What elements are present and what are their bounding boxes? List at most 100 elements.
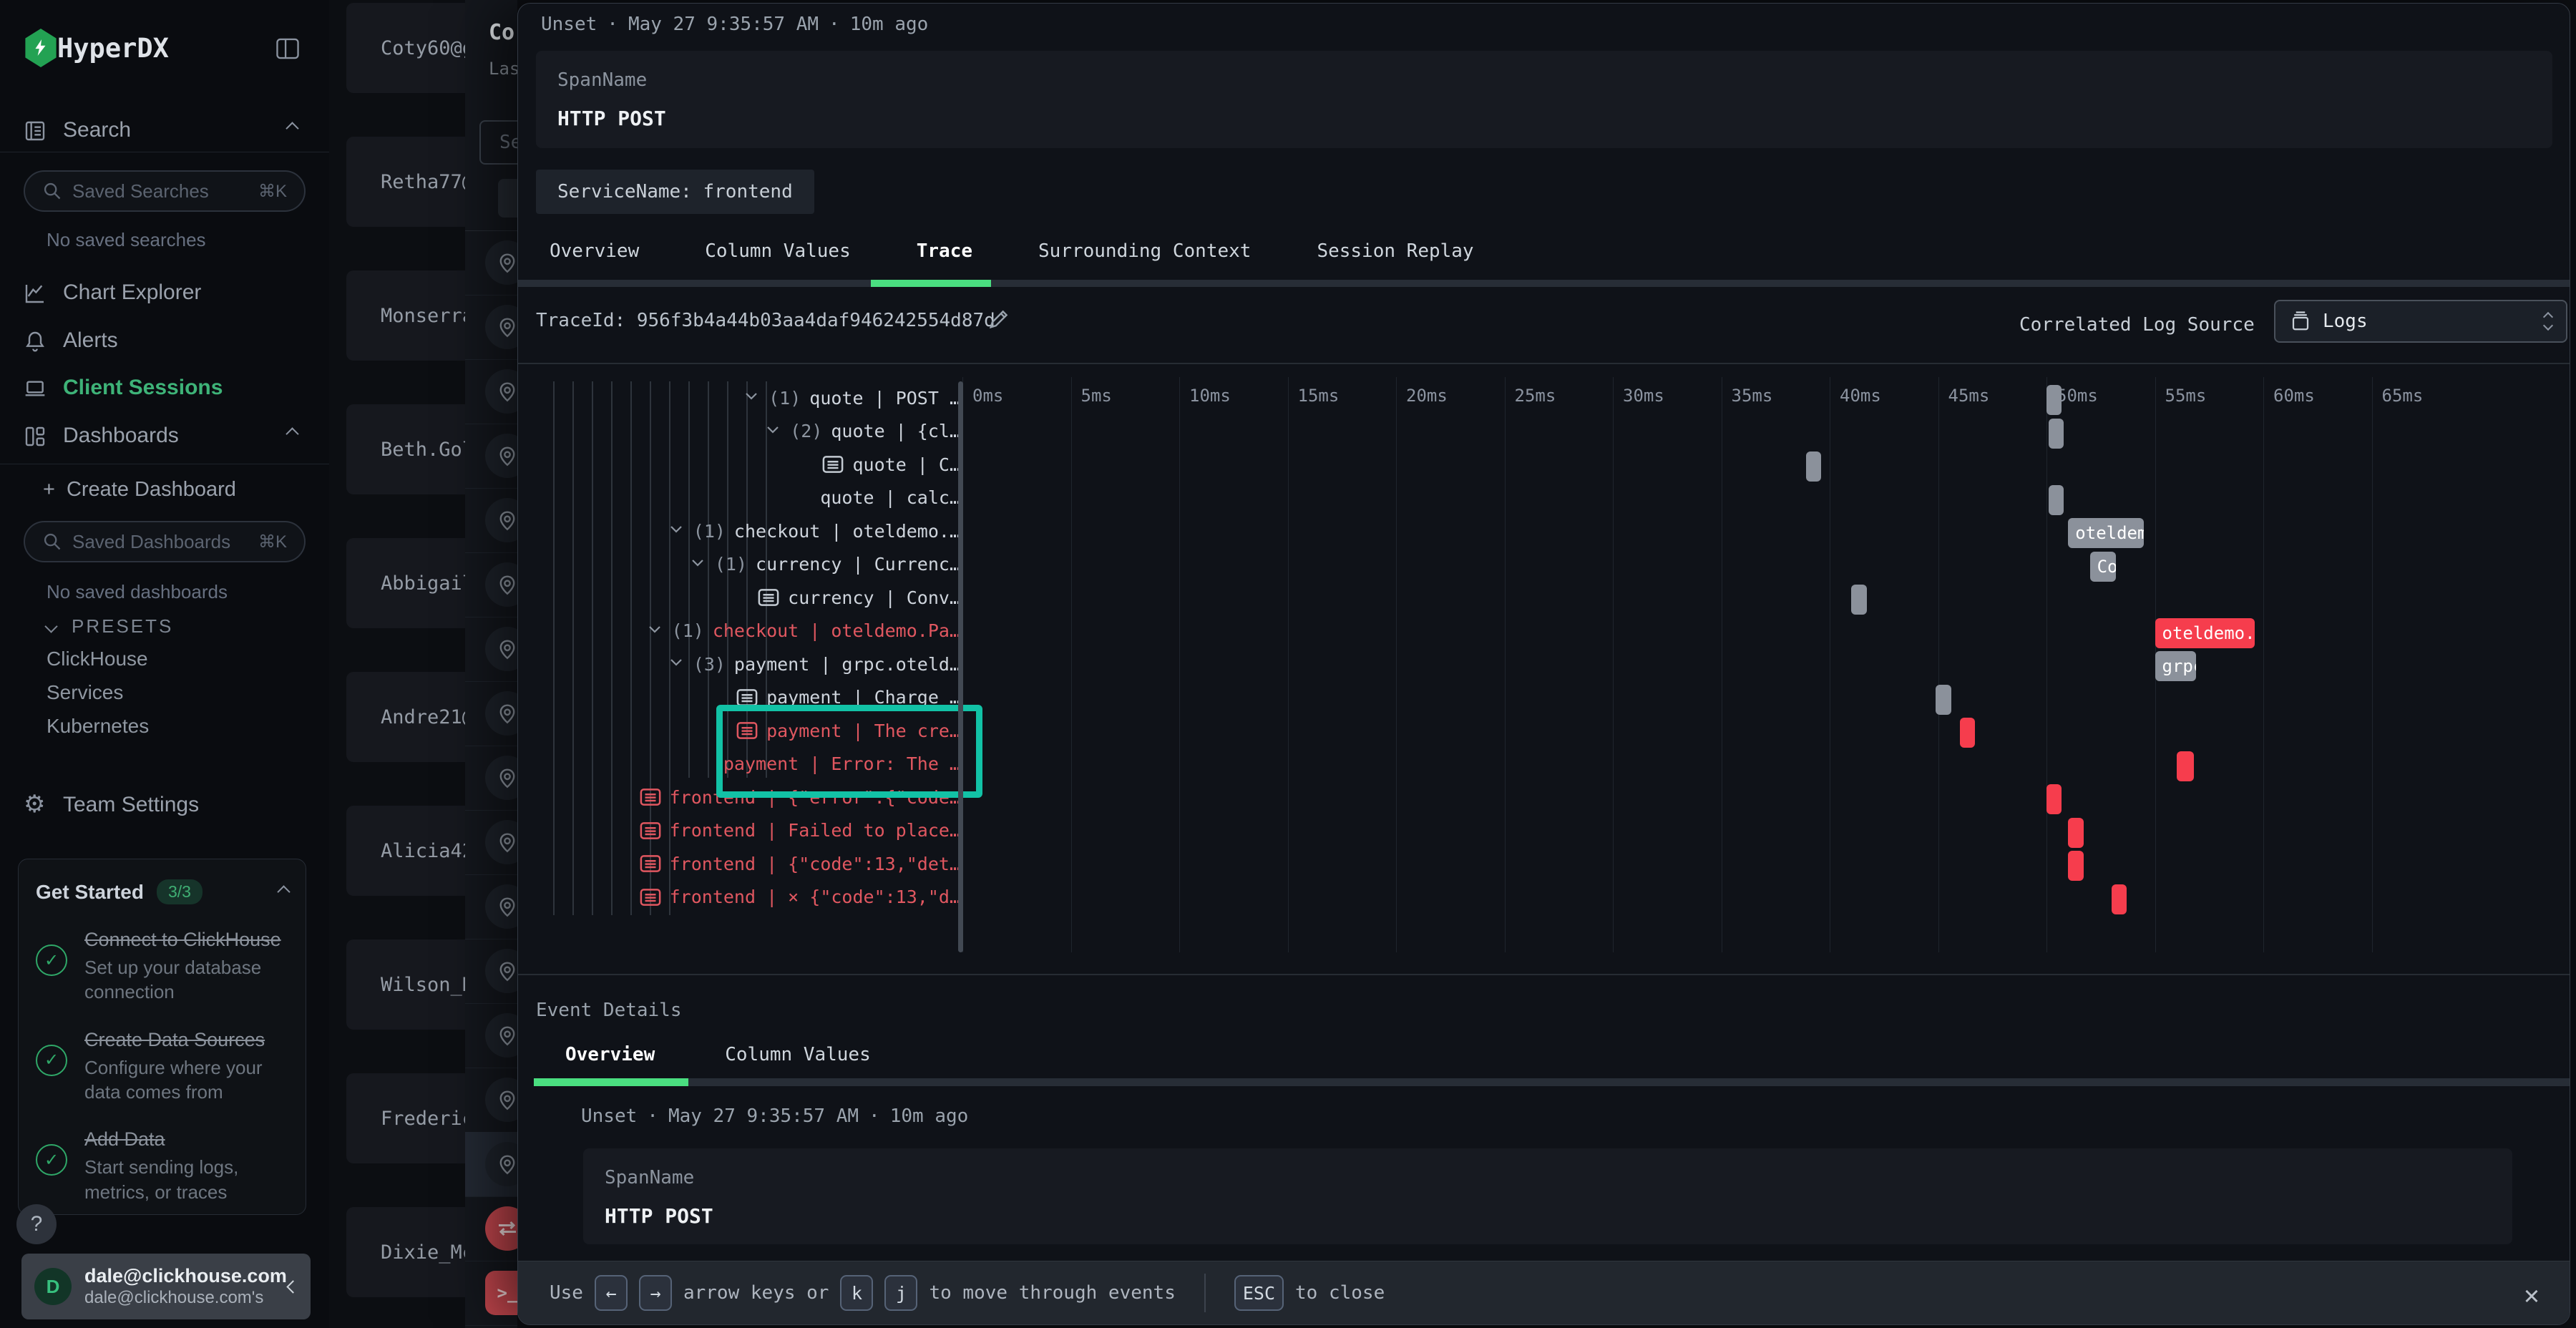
session-event-row[interactable] bbox=[465, 1196, 517, 1261]
select-chevrons-icon bbox=[2545, 313, 2552, 329]
trace-tree-row[interactable]: frontend | × {"code":13,"d… bbox=[547, 881, 960, 914]
session-event-row[interactable] bbox=[465, 295, 517, 360]
session-event-row[interactable] bbox=[465, 681, 517, 746]
correlated-log-source-select[interactable]: Logs bbox=[2274, 300, 2567, 343]
sidebar-item-team-settings[interactable]: Team Settings bbox=[63, 793, 199, 817]
chevron-up-icon[interactable] bbox=[277, 885, 290, 898]
session-event-row[interactable] bbox=[465, 939, 517, 1004]
sidebar-item-search[interactable]: Search bbox=[0, 113, 329, 147]
chevron-down-icon[interactable] bbox=[743, 387, 760, 404]
tab-column-values[interactable]: Column Values bbox=[685, 231, 871, 271]
trace-tree-row[interactable]: currency | Conv… bbox=[547, 581, 960, 614]
span-bar[interactable] bbox=[2177, 751, 2194, 781]
chevron-down-icon[interactable] bbox=[668, 653, 685, 670]
span-bar[interactable] bbox=[1806, 451, 1821, 482]
chevron-down-icon[interactable] bbox=[646, 620, 663, 638]
span-label: frontend | {"code":13,"det… bbox=[670, 854, 960, 874]
key-←[interactable]: ← bbox=[595, 1275, 628, 1311]
create-dashboard-button[interactable]: + Create Dashboard bbox=[43, 478, 236, 502]
session-event-row[interactable] bbox=[465, 552, 517, 617]
session-event-row[interactable] bbox=[465, 746, 517, 811]
grid-line bbox=[1613, 377, 1614, 952]
span-bar[interactable] bbox=[2049, 419, 2064, 449]
span-bar[interactable] bbox=[2046, 784, 2062, 814]
sidebar-item-alerts[interactable]: Alerts bbox=[0, 323, 329, 358]
edit-pencil-icon[interactable] bbox=[987, 307, 1011, 331]
span-bar[interactable]: Co bbox=[2090, 552, 2116, 582]
session-event-row[interactable] bbox=[465, 874, 517, 939]
span-bar[interactable] bbox=[2112, 884, 2127, 914]
trace-tree-row[interactable]: (2)quote | {cl… bbox=[547, 415, 960, 448]
saved-dashboards-input[interactable]: Saved Dashboards ⌘K bbox=[24, 521, 306, 562]
sidebar-collapse-icon[interactable] bbox=[275, 37, 301, 60]
span-bar[interactable]: grpc bbox=[2155, 651, 2197, 681]
sidebar-item-dashboards[interactable]: Dashboards bbox=[0, 419, 329, 453]
event-details-tab-overview[interactable]: Overview bbox=[534, 1034, 686, 1075]
span-bar[interactable] bbox=[2068, 818, 2083, 848]
trace-tree-row[interactable]: quote | calc… bbox=[547, 482, 960, 514]
saved-searches-input[interactable]: Saved Searches ⌘K bbox=[24, 170, 306, 212]
span-bar[interactable]: oteldemo. bbox=[2155, 618, 2255, 648]
trace-tree-row[interactable]: frontend | Failed to place… bbox=[547, 814, 960, 847]
trace-tree-row[interactable]: (1)checkout | oteldemo.Pa… bbox=[547, 615, 960, 648]
sidebar-item-client-sessions[interactable]: Client Sessions bbox=[0, 371, 329, 405]
trace-tree-row[interactable]: quote | C… bbox=[547, 448, 960, 481]
span-bar[interactable] bbox=[2046, 385, 2062, 415]
sidebar-item-clickhouse[interactable]: ClickHouse bbox=[47, 648, 148, 670]
sidebar-item-kubernetes[interactable]: Kubernetes bbox=[47, 715, 149, 738]
session-event-row[interactable] bbox=[465, 1068, 517, 1133]
key-j[interactable]: j bbox=[884, 1275, 917, 1311]
log-icon bbox=[736, 688, 758, 707]
sidebar-item-chart-explorer[interactable]: Chart Explorer bbox=[0, 275, 329, 310]
user-account-chip[interactable]: D dale@clickhouse.com dale@clickhouse.co… bbox=[21, 1254, 311, 1319]
sidebar-item-label: Dashboards bbox=[63, 424, 179, 448]
tab-surrounding-context[interactable]: Surrounding Context bbox=[1018, 231, 1271, 271]
chevron-down-icon[interactable] bbox=[764, 421, 781, 438]
trace-tree-row[interactable]: (1)currency | Currenc… bbox=[547, 548, 960, 581]
separator: · bbox=[869, 1105, 880, 1127]
app-title: HyperDX bbox=[57, 33, 169, 64]
span-bar[interactable] bbox=[2068, 851, 2083, 881]
session-detail-button[interactable] bbox=[498, 179, 517, 218]
chevron-down-icon[interactable] bbox=[689, 554, 706, 571]
session-search-input[interactable]: Sea bbox=[479, 120, 517, 165]
session-event-row[interactable] bbox=[465, 230, 517, 296]
span-bar[interactable] bbox=[2049, 485, 2064, 515]
session-event-row[interactable] bbox=[465, 617, 517, 682]
span-bar[interactable] bbox=[1851, 585, 1866, 615]
trace-tree-row[interactable]: (1)quote | POST … bbox=[547, 381, 960, 414]
sidebar-item-services[interactable]: Services bbox=[47, 681, 123, 704]
key-→[interactable]: → bbox=[639, 1275, 672, 1311]
trace-tree-row[interactable]: frontend | {"code":13,"det… bbox=[547, 847, 960, 880]
get-started-item[interactable]: ✓Connect to ClickHouseSet up your databa… bbox=[36, 929, 288, 1005]
span-bar[interactable] bbox=[1936, 685, 1951, 715]
get-started-item[interactable]: ✓Create Data SourcesConfigure where your… bbox=[36, 1029, 288, 1105]
get-started-item[interactable]: ✓Add DataStart sending logs, metrics, or… bbox=[36, 1128, 288, 1204]
span-label: frontend | Failed to place… bbox=[670, 820, 960, 841]
span-bar[interactable]: oteldemo.C bbox=[2068, 518, 2144, 548]
chevron-down-icon[interactable] bbox=[668, 520, 685, 537]
session-event-row[interactable] bbox=[465, 1132, 517, 1197]
tree-scrollbar[interactable] bbox=[958, 381, 963, 952]
session-event-row[interactable]: >_ bbox=[465, 1261, 517, 1326]
tab-session-replay[interactable]: Session Replay bbox=[1297, 231, 1493, 271]
span-bar[interactable] bbox=[1960, 718, 1975, 748]
session-event-row[interactable] bbox=[465, 1003, 517, 1068]
close-icon[interactable]: ✕ bbox=[2512, 1276, 2551, 1314]
key-ESC[interactable]: ESC bbox=[1234, 1275, 1284, 1311]
help-button[interactable]: ? bbox=[16, 1204, 57, 1244]
trace-tree-row[interactable]: (3)payment | grpc.oteld… bbox=[547, 648, 960, 680]
session-event-row[interactable] bbox=[465, 424, 517, 489]
presets-toggle[interactable]: PRESETS bbox=[47, 615, 173, 638]
tab-overview[interactable]: Overview bbox=[530, 231, 659, 271]
key-k[interactable]: k bbox=[840, 1275, 873, 1311]
session-event-row[interactable] bbox=[465, 810, 517, 875]
trace-tree-row[interactable]: (1)checkout | oteldemo.… bbox=[547, 514, 960, 547]
tab-trace[interactable]: Trace bbox=[897, 231, 992, 271]
child-count: (2) bbox=[790, 421, 822, 441]
session-event-row[interactable] bbox=[465, 488, 517, 553]
session-event-row[interactable] bbox=[465, 359, 517, 424]
service-name-chip[interactable]: ServiceName: frontend bbox=[536, 170, 814, 214]
event-details-tab-column-values[interactable]: Column Values bbox=[693, 1034, 902, 1075]
event-details-header: Unset·May 27 9:35:57 AM·10m ago bbox=[581, 1105, 978, 1127]
